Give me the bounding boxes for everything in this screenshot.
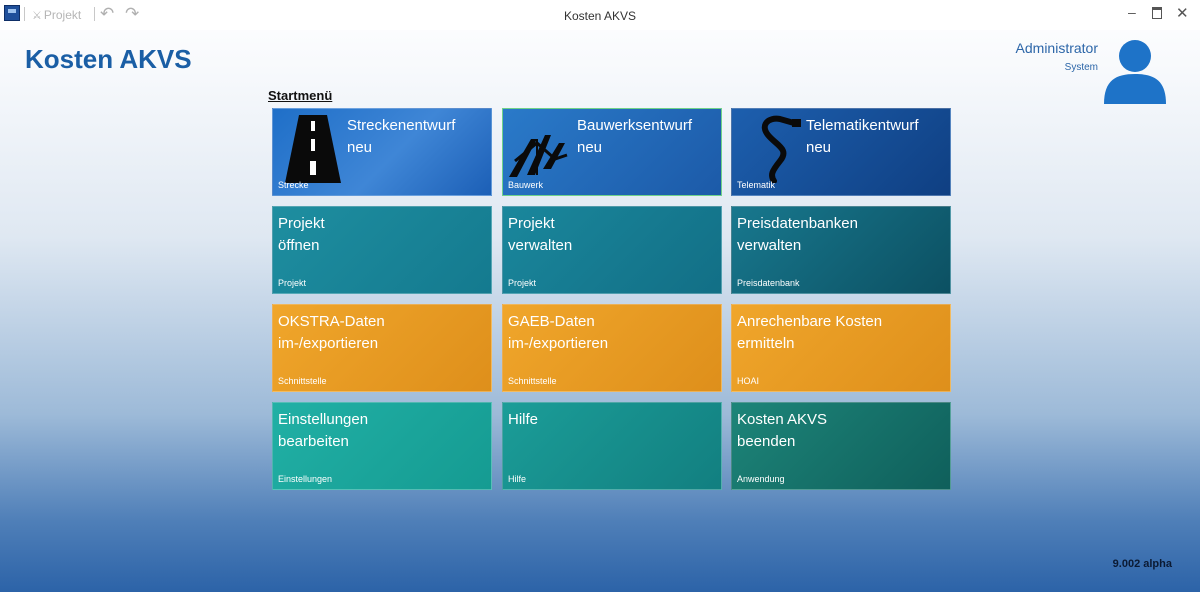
version-label: 9.002 alpha (1112, 558, 1172, 570)
app-title: Kosten AKVS (25, 44, 192, 74)
tile-streckenentwurf-neu[interactable]: Streckenentwurf neu Strecke (272, 108, 492, 196)
tile-subtitle: öffnen (278, 237, 320, 254)
tile-subtitle: bearbeiten (278, 433, 349, 450)
minimize-icon[interactable]: – (1128, 4, 1136, 20)
user-avatar-icon[interactable] (1102, 38, 1168, 104)
user-name: Administrator (1015, 40, 1098, 56)
tile-category: Bauwerk (508, 180, 544, 190)
tile-subtitle: im-/exportieren (508, 335, 609, 352)
tile-category: Einstellungen (278, 474, 333, 484)
maximize-icon[interactable] (1152, 6, 1162, 22)
close-icon[interactable]: ✕ (1176, 6, 1189, 22)
tile-kosten-akvs-beenden[interactable]: Kosten AKVS beenden Anwendung (731, 402, 951, 490)
tile-projekt-oeffnen[interactable]: Projekt öffnen Projekt (272, 206, 492, 294)
tile-category: Anwendung (737, 474, 785, 484)
tile-projekt-verwalten[interactable]: Projekt verwalten Projekt (502, 206, 722, 294)
tile-subtitle: verwalten (737, 237, 802, 254)
tile-category: Projekt (508, 278, 537, 288)
tile-title: Preisdatenbanken (737, 215, 858, 232)
start-menu-heading: Startmenü (268, 88, 333, 103)
tile-title: Einstellungen (278, 411, 369, 428)
tile-preisdatenbanken-verwalten[interactable]: Preisdatenbanken verwalten Preisdatenban… (731, 206, 951, 294)
tile-anrechenbare-kosten[interactable]: Anrechenbare Kosten ermitteln HOAI (731, 304, 951, 392)
tile-title: Projekt (508, 215, 555, 232)
tile-title: GAEB-Daten (508, 313, 595, 330)
road-icon (285, 115, 341, 183)
tile-subtitle: neu (347, 139, 373, 156)
tile-category: Strecke (278, 180, 309, 190)
cable-icon (761, 115, 801, 183)
tile-category: Hilfe (508, 474, 527, 484)
tile-title: OKSTRA-Daten (278, 313, 385, 330)
tile-category: Schnittstelle (278, 376, 327, 386)
tile-subtitle: neu (577, 139, 603, 156)
tile-title: Telematikentwurf (806, 117, 919, 134)
tile-category: Projekt (278, 278, 307, 288)
window-title: Kosten AKVS (563, 9, 637, 23)
tile-telematikentwurf-neu[interactable]: Telematikentwurf neu Telematik (731, 108, 951, 196)
tile-title: Hilfe (508, 411, 539, 428)
tile-category: Schnittstelle (508, 376, 557, 386)
tile-subtitle: beenden (737, 433, 796, 450)
bridge-icon (509, 135, 568, 177)
tile-einstellungen-bearbeiten[interactable]: Einstellungen bearbeiten Einstellungen (272, 402, 492, 490)
tile-category: HOAI (737, 376, 760, 386)
tile-okstra-daten[interactable]: OKSTRA-Daten im-/exportieren Schnittstel… (272, 304, 492, 392)
tile-subtitle: im-/exportieren (278, 335, 379, 352)
tile-title: Bauwerksentwurf (577, 117, 693, 134)
tile-title: Streckenentwurf (347, 117, 456, 134)
tile-subtitle: neu (806, 139, 832, 156)
tile-subtitle: verwalten (508, 237, 573, 254)
tile-category: Preisdatenbank (737, 278, 800, 288)
tile-hilfe[interactable]: Hilfe Hilfe (502, 402, 722, 490)
user-role: System (1064, 62, 1098, 73)
tile-title: Projekt (278, 215, 325, 232)
tile-title: Anrechenbare Kosten (737, 313, 883, 330)
tile-category: Telematik (737, 180, 776, 190)
tile-gaeb-daten[interactable]: GAEB-Daten im-/exportieren Schnittstelle (502, 304, 722, 392)
title-bar: ⚔ Projekt ↶ ↷ Kosten AKVS – ✕ (0, 0, 1200, 30)
tile-title: Kosten AKVS (737, 411, 828, 428)
tile-subtitle: ermitteln (737, 335, 795, 352)
tile-bauwerksentwurf-neu[interactable]: Bauwerksentwurf neu Bauwerk (502, 108, 722, 196)
